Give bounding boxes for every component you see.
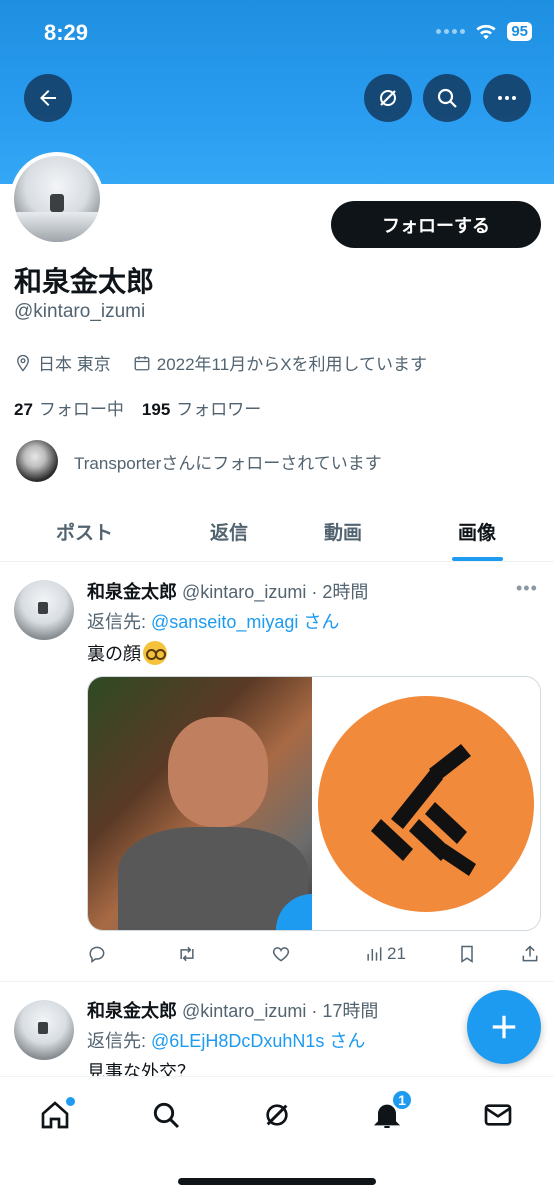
more-button[interactable] bbox=[483, 74, 531, 122]
followed-by-row[interactable]: Transporterさんにフォローされています bbox=[16, 440, 382, 482]
status-icons: 95 bbox=[436, 22, 532, 41]
tweet-avatar[interactable] bbox=[14, 580, 74, 640]
following-link[interactable]: 27 フォロー中 bbox=[14, 395, 124, 420]
more-horizontal-icon bbox=[498, 96, 516, 100]
tweet-header: 和泉金太郎 @kintaro_izumi · 17時間 bbox=[87, 997, 378, 1023]
arrow-left-icon bbox=[40, 90, 56, 106]
bookmark-action[interactable] bbox=[457, 944, 477, 964]
notifications-badge: 1 bbox=[391, 1089, 413, 1111]
tweet-author-name[interactable]: 和泉金太郎 bbox=[87, 582, 177, 602]
tweet-more-icon[interactable]: ••• bbox=[516, 578, 538, 599]
like-action[interactable] bbox=[271, 944, 291, 964]
reply-action[interactable] bbox=[87, 944, 107, 964]
symbol-graphic bbox=[371, 743, 476, 876]
compose-button[interactable] bbox=[467, 990, 541, 1064]
tweet-meta: @kintaro_izumi · 2時間 bbox=[182, 582, 369, 602]
profile-tabs: ポスト 返信 動画 画像 bbox=[0, 500, 554, 562]
calendar-icon bbox=[134, 355, 150, 370]
heart-icon bbox=[272, 947, 290, 962]
share-icon bbox=[522, 945, 538, 962]
orange-circle-graphic bbox=[318, 695, 534, 912]
nav-home[interactable] bbox=[35, 1095, 75, 1135]
bookmark-icon bbox=[461, 945, 473, 963]
tab-videos[interactable]: 動画 bbox=[324, 518, 362, 545]
repost-action[interactable] bbox=[177, 944, 197, 964]
views-action[interactable]: 21 bbox=[364, 944, 406, 964]
search-button[interactable] bbox=[423, 74, 471, 122]
search-icon bbox=[153, 1102, 180, 1129]
followed-by-text: Transporterさんにフォローされています bbox=[74, 453, 382, 473]
nerd-face-emoji-icon bbox=[143, 641, 167, 665]
location-pin-icon bbox=[17, 354, 29, 372]
profile-avatar[interactable] bbox=[10, 152, 104, 246]
reply-icon bbox=[89, 946, 105, 963]
profile-joined: 2022年11月からXを利用しています bbox=[156, 355, 428, 374]
profile-location: 日本 東京 bbox=[38, 355, 111, 374]
location-item: 日本 東京 bbox=[14, 350, 111, 375]
share-action[interactable] bbox=[520, 944, 540, 964]
tweet-media[interactable] bbox=[87, 676, 541, 931]
tab-posts[interactable]: ポスト bbox=[56, 518, 113, 545]
plus-icon bbox=[492, 1015, 516, 1039]
tweet-text: 裏の顔 bbox=[87, 640, 167, 666]
tweet-author-name[interactable]: 和泉金太郎 bbox=[87, 1001, 177, 1021]
mail-icon bbox=[484, 1104, 512, 1126]
tweet-photo-person[interactable] bbox=[88, 677, 312, 930]
reply-mention[interactable]: @6LEjH8DcDxuhN1s bbox=[151, 1031, 324, 1051]
reply-to: 返信先: @6LEjH8DcDxuhN1s さん bbox=[87, 1031, 366, 1051]
followers-link[interactable]: 195 フォロワー bbox=[142, 395, 261, 420]
home-unread-dot bbox=[66, 1097, 75, 1106]
home-indicator bbox=[178, 1178, 376, 1185]
tweet-meta: @kintaro_izumi · 17時間 bbox=[182, 1001, 379, 1021]
status-time: 8:29 bbox=[44, 20, 89, 45]
grok-icon bbox=[380, 90, 396, 106]
tweet-actions: 21 bbox=[87, 944, 541, 968]
reply-mention[interactable]: @sanseito_miyagi bbox=[151, 612, 298, 632]
nav-grok[interactable] bbox=[257, 1095, 297, 1135]
tab-replies[interactable]: 返信 bbox=[210, 518, 248, 545]
nav-search[interactable] bbox=[146, 1095, 186, 1135]
repost-icon bbox=[180, 946, 194, 962]
tweet-header: 和泉金太郎 @kintaro_izumi · 2時間 bbox=[87, 578, 368, 604]
grok-button[interactable] bbox=[364, 74, 412, 122]
follower-avatar bbox=[16, 440, 58, 482]
nav-messages[interactable] bbox=[478, 1095, 518, 1135]
follow-button[interactable]: フォローする bbox=[331, 201, 541, 248]
follow-counts: 27 フォロー中 195 フォロワー bbox=[14, 395, 279, 420]
back-button[interactable] bbox=[24, 74, 72, 122]
active-tab-indicator bbox=[452, 557, 503, 561]
joined-item: 2022年11月からXを利用しています bbox=[133, 350, 427, 375]
reply-to: 返信先: @sanseito_miyagi さん bbox=[87, 612, 340, 632]
battery-indicator: 95 bbox=[507, 22, 532, 41]
analytics-icon bbox=[367, 947, 382, 961]
tab-images[interactable]: 画像 bbox=[458, 518, 496, 545]
tweet-avatar[interactable] bbox=[14, 1000, 74, 1060]
grok-icon bbox=[266, 1104, 288, 1126]
profile-display-name: 和泉金太郎 bbox=[14, 266, 155, 297]
search-icon bbox=[437, 88, 457, 108]
wifi-icon bbox=[476, 24, 496, 39]
tweet-photo-symbol[interactable] bbox=[312, 677, 540, 930]
profile-meta: 日本 東京 2022年11月からXを利用しています bbox=[14, 350, 449, 375]
views-count: 21 bbox=[387, 944, 406, 963]
signal-icon bbox=[436, 29, 466, 34]
profile-handle: @kintaro_izumi bbox=[14, 301, 146, 322]
nav-notifications[interactable]: 1 bbox=[367, 1089, 413, 1135]
